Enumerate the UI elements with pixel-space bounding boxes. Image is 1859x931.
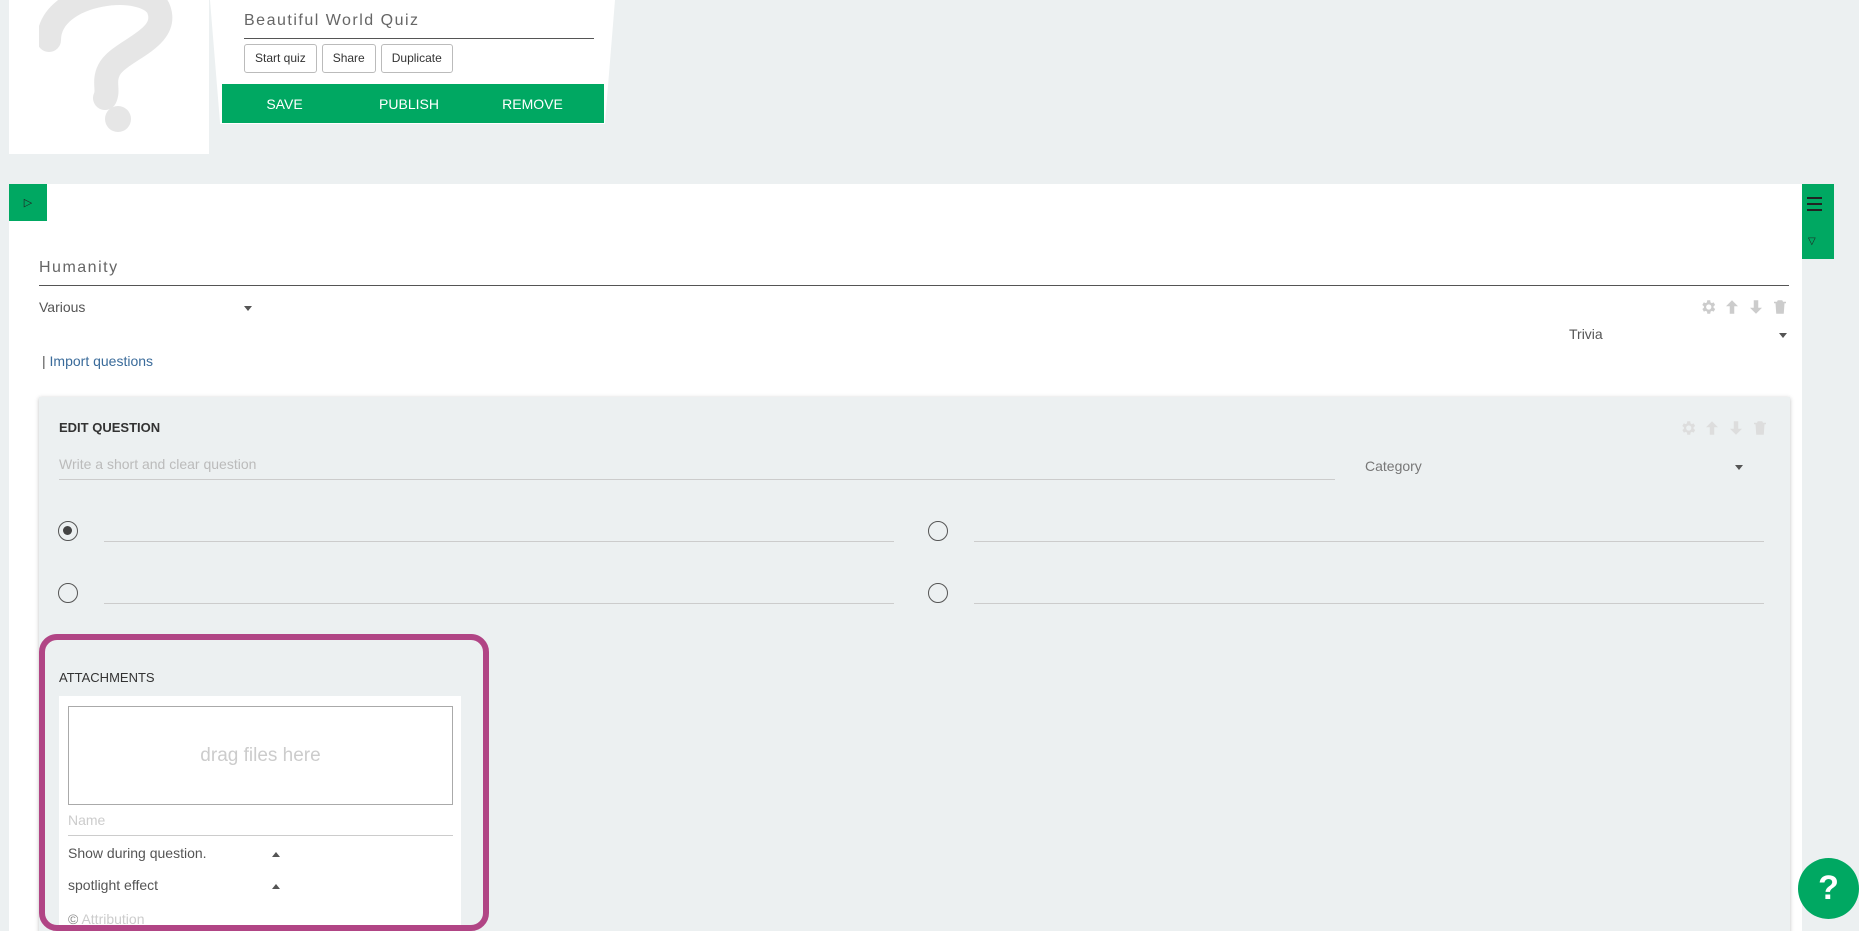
answer-3-radio[interactable] (58, 583, 78, 603)
answer-3-input[interactable] (104, 603, 894, 604)
start-quiz-button[interactable]: Start quiz (244, 44, 317, 73)
trash-icon[interactable] (1771, 297, 1789, 317)
play-toggle-icon[interactable]: ▷ (9, 184, 47, 221)
triangle-down-icon: ▽ (1808, 236, 1816, 247)
quiz-header-buttons: Start quiz Share Duplicate (244, 44, 453, 73)
trash-icon[interactable] (1751, 418, 1769, 438)
caret-down-icon (1735, 465, 1743, 470)
question-input[interactable]: Write a short and clear question (59, 456, 1335, 480)
show-mode-select[interactable]: Show during question. (68, 845, 280, 861)
arrow-down-icon[interactable] (1747, 298, 1765, 316)
menu-icon (1807, 197, 1822, 215)
arrow-down-icon[interactable] (1727, 419, 1745, 437)
answer-4-radio[interactable] (928, 583, 948, 603)
attachments-section: ATTACHMENTS drag files here Name Show du… (39, 651, 479, 931)
dropzone-text: drag files here (200, 744, 321, 766)
remove-button[interactable]: REMOVE (471, 96, 594, 112)
duplicate-button[interactable]: Duplicate (380, 44, 453, 73)
answer-1-radio[interactable] (58, 521, 78, 541)
round-tools (1699, 297, 1789, 317)
round-category-select[interactable]: Various (39, 299, 259, 315)
quiz-action-bar: SAVE PUBLISH REMOVE (222, 84, 604, 123)
attribution-placeholder: Attribution (81, 911, 145, 927)
attribution-input[interactable]: © Attribution (68, 911, 428, 931)
question-mark-logo-icon (39, 0, 173, 132)
attachments-panel: drag files here Name Show during questio… (59, 696, 461, 931)
arrow-up-icon[interactable] (1723, 298, 1741, 316)
round-type-value: Trivia (1569, 326, 1603, 342)
quiz-title-input[interactable]: Beautiful World Quiz (244, 10, 594, 39)
effect-select[interactable]: spotlight effect (68, 877, 280, 893)
question-category-placeholder: Category (1365, 458, 1422, 474)
question-tools (1679, 418, 1769, 438)
copyright-symbol: © (68, 911, 79, 927)
answer-1-input[interactable] (104, 541, 894, 542)
attachment-name-input[interactable]: Name (68, 812, 453, 836)
show-mode-value: Show during question. (68, 845, 207, 861)
publish-button[interactable]: PUBLISH (347, 96, 471, 112)
gear-icon[interactable] (1699, 298, 1717, 316)
help-button[interactable]: ? (1798, 858, 1859, 919)
import-questions: | Import questions (42, 353, 153, 369)
effect-value: spotlight effect (68, 877, 159, 893)
attachments-heading: ATTACHMENTS (59, 670, 155, 685)
round-type-select[interactable]: Trivia (1569, 326, 1789, 342)
quiz-logo (9, 0, 209, 154)
share-button[interactable]: Share (321, 44, 376, 73)
round-panel: ▷ Humanity Various Trivia | Import quest… (9, 184, 1802, 931)
arrow-up-icon[interactable] (1703, 419, 1721, 437)
edit-question-heading: EDIT QUESTION (59, 420, 161, 435)
import-separator: | (42, 353, 46, 369)
question-category-select[interactable]: Category (1365, 458, 1765, 480)
import-questions-link[interactable]: Import questions (50, 353, 154, 369)
save-button[interactable]: SAVE (222, 96, 347, 112)
answer-2-input[interactable] (974, 541, 1764, 542)
caret-down-icon (1779, 333, 1787, 338)
answer-4-input[interactable] (974, 603, 1764, 604)
round-category-value: Various (39, 299, 86, 315)
round-title-input[interactable]: Humanity (39, 259, 1789, 286)
file-dropzone[interactable]: drag files here (68, 706, 453, 805)
caret-down-icon (244, 306, 252, 311)
edit-question-card: EDIT QUESTION Write a short and clear qu… (39, 397, 1790, 931)
caret-up-icon (272, 852, 280, 857)
answer-2-radio[interactable] (928, 521, 948, 541)
caret-up-icon (272, 884, 280, 889)
gear-icon[interactable] (1679, 419, 1697, 437)
quiz-header: Beautiful World Quiz Start quiz Share Du… (210, 0, 615, 124)
